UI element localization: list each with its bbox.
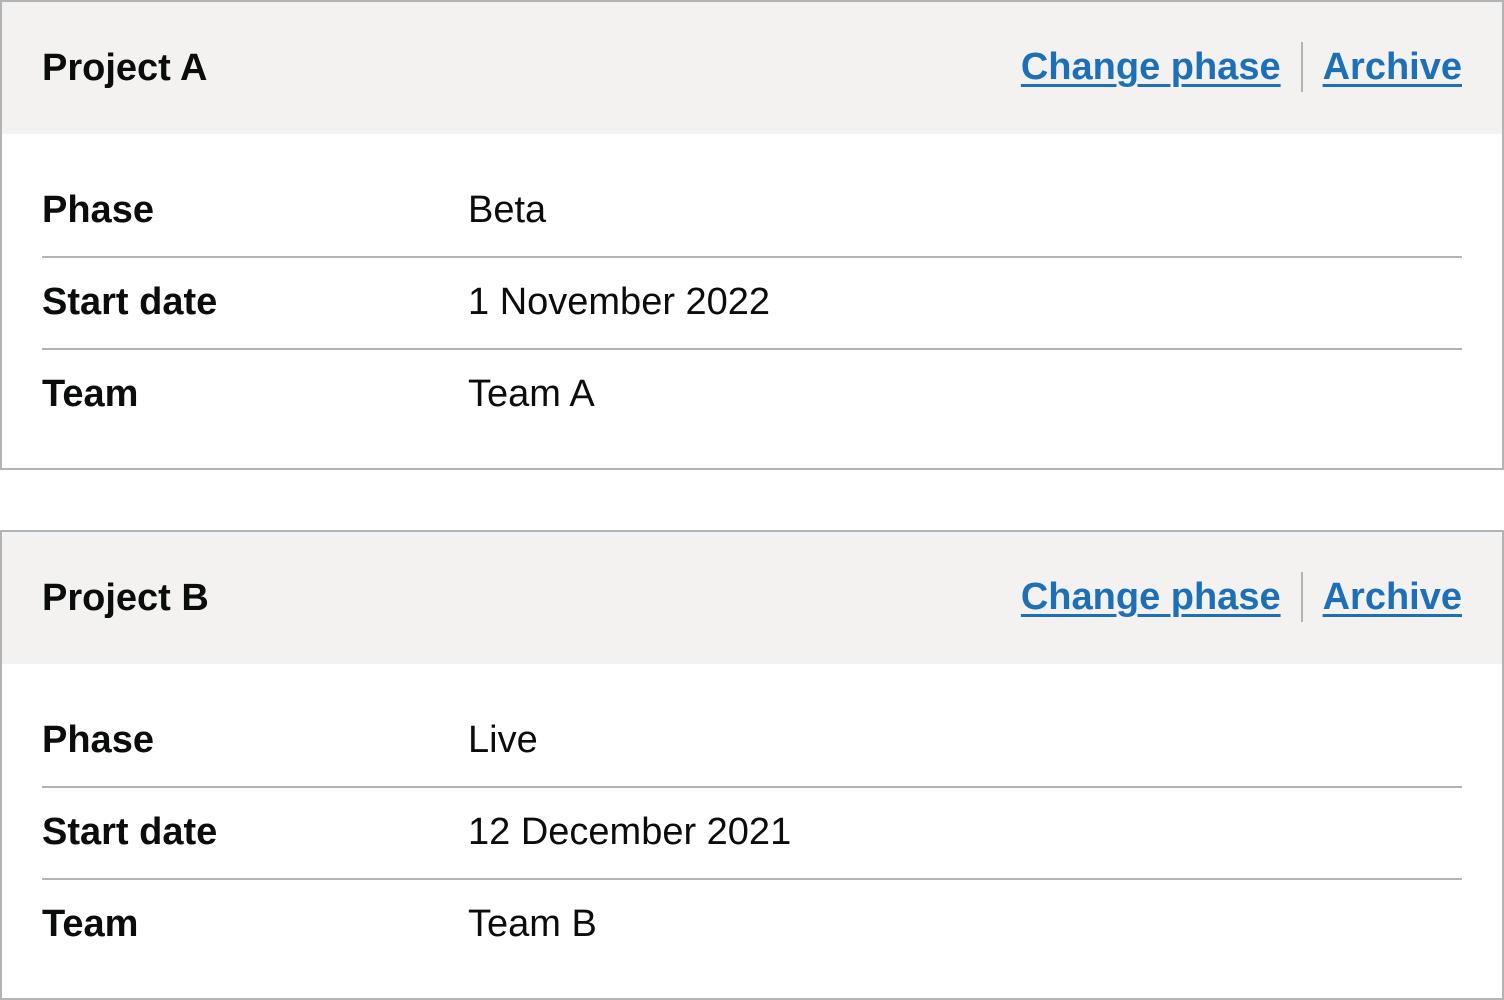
row-key: Phase <box>42 719 154 761</box>
actions-divider <box>1300 42 1303 92</box>
summary-row-start-date: Start date 1 November 2022 <box>42 258 1462 350</box>
archive-link[interactable]: Archive <box>1323 45 1462 89</box>
summary-row-team: Team Team B <box>42 880 1462 970</box>
row-value: Beta <box>468 189 547 231</box>
summary-row-start-date: Start date 12 December 2021 <box>42 788 1462 880</box>
archive-link[interactable]: Archive <box>1323 575 1462 619</box>
project-card-a: Project A Change phase Archive Phase Bet… <box>0 0 1504 470</box>
change-phase-link[interactable]: Change phase <box>1021 45 1281 89</box>
row-value: Live <box>468 719 538 761</box>
card-actions: Change phase Archive <box>1021 572 1462 622</box>
card-header: Project B Change phase Archive <box>2 532 1502 664</box>
summary-row-phase: Phase Live <box>42 696 1462 788</box>
row-value: Team A <box>468 373 595 415</box>
summary-list: Phase Live Start date 12 December 2021 T… <box>42 696 1462 970</box>
card-title: Project A <box>42 47 208 89</box>
actions-divider <box>1300 572 1303 622</box>
summary-row-phase: Phase Beta <box>42 166 1462 258</box>
row-value: Team B <box>468 903 597 945</box>
row-key: Start date <box>42 811 218 853</box>
row-key: Team <box>42 373 139 415</box>
card-title: Project B <box>42 577 209 619</box>
row-key: Phase <box>42 189 154 231</box>
summary-row-team: Team Team A <box>42 350 1462 440</box>
row-key: Team <box>42 903 139 945</box>
row-value: 12 December 2021 <box>468 811 792 853</box>
card-actions: Change phase Archive <box>1021 42 1462 92</box>
row-value: 1 November 2022 <box>468 281 771 323</box>
row-key: Start date <box>42 281 218 323</box>
card-header: Project A Change phase Archive <box>2 2 1502 134</box>
project-card-b: Project B Change phase Archive Phase Liv… <box>0 530 1504 1000</box>
summary-list: Phase Beta Start date 1 November 2022 Te… <box>42 166 1462 440</box>
change-phase-link[interactable]: Change phase <box>1021 575 1281 619</box>
